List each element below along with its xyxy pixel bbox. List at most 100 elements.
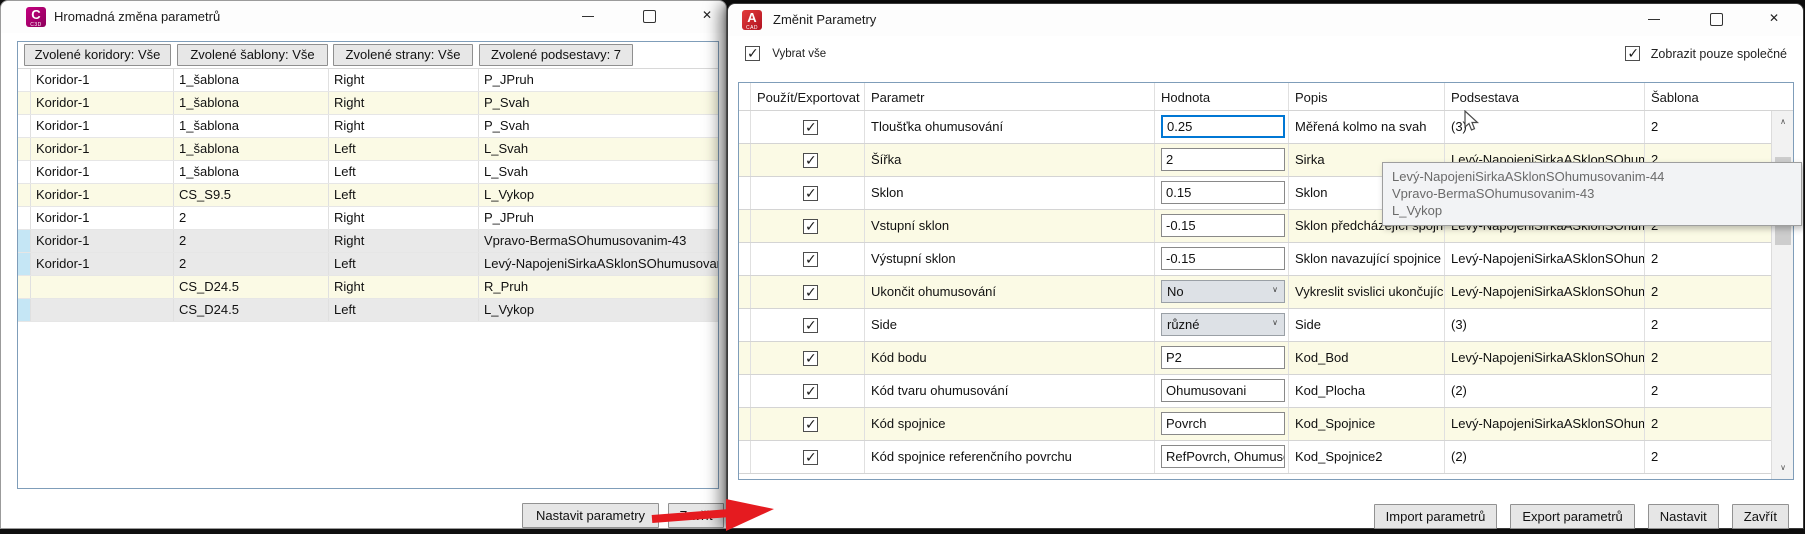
close-dialog-button[interactable]: Zavřít: [668, 503, 724, 528]
header-parametr[interactable]: Parametr: [865, 83, 1155, 110]
use-export-checkbox[interactable]: [803, 120, 818, 135]
cell-sablona: 2: [1645, 276, 1769, 308]
autocad-app-icon: A CAD: [742, 10, 762, 30]
cell-koridor: Koridor-1: [31, 184, 174, 206]
parameter-row[interactable]: Kód spojnice Povrch Kod_Spojnice Levý-Na…: [739, 408, 1793, 441]
parameter-row[interactable]: Ukončit ohumusování No Vykreslit svislic…: [739, 276, 1793, 309]
maximize-button[interactable]: [1696, 4, 1736, 34]
value-input[interactable]: -0.15: [1161, 247, 1285, 270]
row-selector[interactable]: [739, 408, 751, 440]
table-row[interactable]: Koridor-1 1_šablona Right P_Svah: [18, 92, 718, 115]
row-selector[interactable]: [739, 342, 751, 374]
value-input[interactable]: 2: [1161, 148, 1285, 171]
use-export-checkbox[interactable]: [803, 186, 818, 201]
use-export-checkbox[interactable]: [803, 318, 818, 333]
cell-use-export: [751, 408, 865, 440]
value-input[interactable]: P2: [1161, 346, 1285, 369]
set-button[interactable]: Nastavit: [1648, 504, 1719, 529]
minimize-button[interactable]: [1634, 4, 1674, 34]
row-selector[interactable]: [18, 69, 31, 91]
filter-podsestavy-button[interactable]: Zvolené podsestavy: 7: [479, 44, 633, 66]
header-popis[interactable]: Popis: [1289, 83, 1445, 110]
show-common-checkbox[interactable]: [1625, 46, 1640, 61]
value-dropdown[interactable]: různé: [1161, 313, 1285, 336]
table-row[interactable]: Koridor-1 1_šablona Left L_Svah: [18, 138, 718, 161]
row-selector[interactable]: [739, 441, 751, 473]
filter-sablony-button[interactable]: Zvolené šablony: Vše: [177, 44, 328, 66]
row-selector[interactable]: [739, 177, 751, 209]
row-selector[interactable]: [18, 138, 31, 160]
table-row[interactable]: CS_D24.5 Left L_Vykop: [18, 299, 718, 322]
export-parameters-button[interactable]: Export parametrů: [1510, 504, 1634, 529]
filter-strany-button[interactable]: Zvolené strany: Vše: [333, 44, 473, 66]
import-parameters-button[interactable]: Import parametrů: [1374, 504, 1498, 529]
parameter-row[interactable]: Výstupní sklon -0.15 Sklon navazující sp…: [739, 243, 1793, 276]
value-dropdown[interactable]: No: [1161, 280, 1285, 303]
scroll-down-icon[interactable]: [1772, 459, 1794, 477]
table-row[interactable]: Koridor-1 2 Right Vpravo-BermaSOhumusova…: [18, 230, 718, 253]
close-dialog-button[interactable]: Zavřít: [1732, 504, 1789, 529]
value-input[interactable]: RefPovrch, Ohumusov: [1161, 445, 1285, 468]
header-podsestava[interactable]: Podsestava: [1445, 83, 1645, 110]
parameter-row[interactable]: Side různé Side (3) 2: [739, 309, 1793, 342]
row-selector[interactable]: [18, 115, 31, 137]
use-export-checkbox[interactable]: [803, 450, 818, 465]
left-table-body: Koridor-1 1_šablona Right P_JPruh Korido…: [18, 69, 718, 322]
table-row[interactable]: Koridor-1 1_šablona Right P_Svah: [18, 115, 718, 138]
use-export-checkbox[interactable]: [803, 384, 818, 399]
row-selector[interactable]: [18, 253, 31, 275]
use-export-checkbox[interactable]: [803, 285, 818, 300]
parameter-row[interactable]: Tloušťka ohumusování 0.25 Měřená kolmo n…: [739, 111, 1793, 144]
value-input[interactable]: Ohumusovani: [1161, 379, 1285, 402]
row-selector[interactable]: [18, 276, 31, 298]
parameter-row[interactable]: Kód spojnice referenčního povrchu RefPov…: [739, 441, 1793, 474]
value-input[interactable]: -0.15: [1161, 214, 1285, 237]
filter-koridory-button[interactable]: Zvolené koridory: Vše: [24, 44, 171, 66]
row-selector[interactable]: [739, 375, 751, 407]
cell-use-export: [751, 177, 865, 209]
row-selector[interactable]: [18, 161, 31, 183]
set-parameters-button[interactable]: Nastavit parametry: [522, 503, 659, 528]
scroll-up-icon[interactable]: [1772, 113, 1794, 131]
value-input[interactable]: Povrch: [1161, 412, 1285, 435]
use-export-checkbox[interactable]: [803, 153, 818, 168]
cell-koridor: Koridor-1: [31, 207, 174, 229]
row-selector[interactable]: [18, 92, 31, 114]
table-row[interactable]: CS_D24.5 Right R_Pruh: [18, 276, 718, 299]
row-selector[interactable]: [739, 144, 751, 176]
row-selector[interactable]: [739, 243, 751, 275]
value-input[interactable]: 0.15: [1161, 181, 1285, 204]
row-selector[interactable]: [739, 276, 751, 308]
table-row[interactable]: Koridor-1 1_šablona Right P_JPruh: [18, 69, 718, 92]
use-export-checkbox[interactable]: [803, 351, 818, 366]
row-selector[interactable]: [739, 210, 751, 242]
row-selector[interactable]: [18, 207, 31, 229]
row-selector[interactable]: [18, 230, 31, 252]
header-use-export[interactable]: Použít/Exportovat: [751, 83, 865, 110]
row-selector[interactable]: [739, 111, 751, 143]
row-selector[interactable]: [739, 309, 751, 341]
cell-sablona: 1_šablona: [174, 69, 329, 91]
subassembly-tooltip: Levý-NapojeniSirkaASklonSOhumusovanim-44…: [1382, 162, 1802, 226]
row-selector[interactable]: [18, 299, 31, 321]
table-row[interactable]: Koridor-1 1_šablona Left L_Svah: [18, 161, 718, 184]
header-hodnota[interactable]: Hodnota: [1155, 83, 1289, 110]
close-button[interactable]: [1756, 4, 1796, 34]
table-row[interactable]: Koridor-1 2 Left Levý-NapojeniSirkaASklo…: [18, 253, 718, 276]
cell-parametr: Tloušťka ohumusování: [865, 111, 1155, 143]
use-export-checkbox[interactable]: [803, 252, 818, 267]
select-all-checkbox[interactable]: [745, 46, 760, 61]
use-export-checkbox[interactable]: [803, 219, 818, 234]
maximize-button[interactable]: [629, 1, 669, 31]
value-input[interactable]: 0.25: [1161, 115, 1285, 138]
row-selector[interactable]: [18, 184, 31, 206]
table-row[interactable]: Koridor-1 2 Right P_JPruh: [18, 207, 718, 230]
table-row[interactable]: Koridor-1 CS_S9.5 Left L_Vykop: [18, 184, 718, 207]
minimize-button[interactable]: [568, 1, 608, 31]
parameter-row[interactable]: Kód bodu P2 Kod_Bod Levý-NapojeniSirkaAS…: [739, 342, 1793, 375]
close-button[interactable]: [689, 1, 729, 31]
use-export-checkbox[interactable]: [803, 417, 818, 432]
parameter-row[interactable]: Kód tvaru ohumusování Ohumusovani Kod_Pl…: [739, 375, 1793, 408]
cell-parametr: Kód spojnice: [865, 408, 1155, 440]
header-sablona[interactable]: Šablona: [1645, 83, 1769, 110]
